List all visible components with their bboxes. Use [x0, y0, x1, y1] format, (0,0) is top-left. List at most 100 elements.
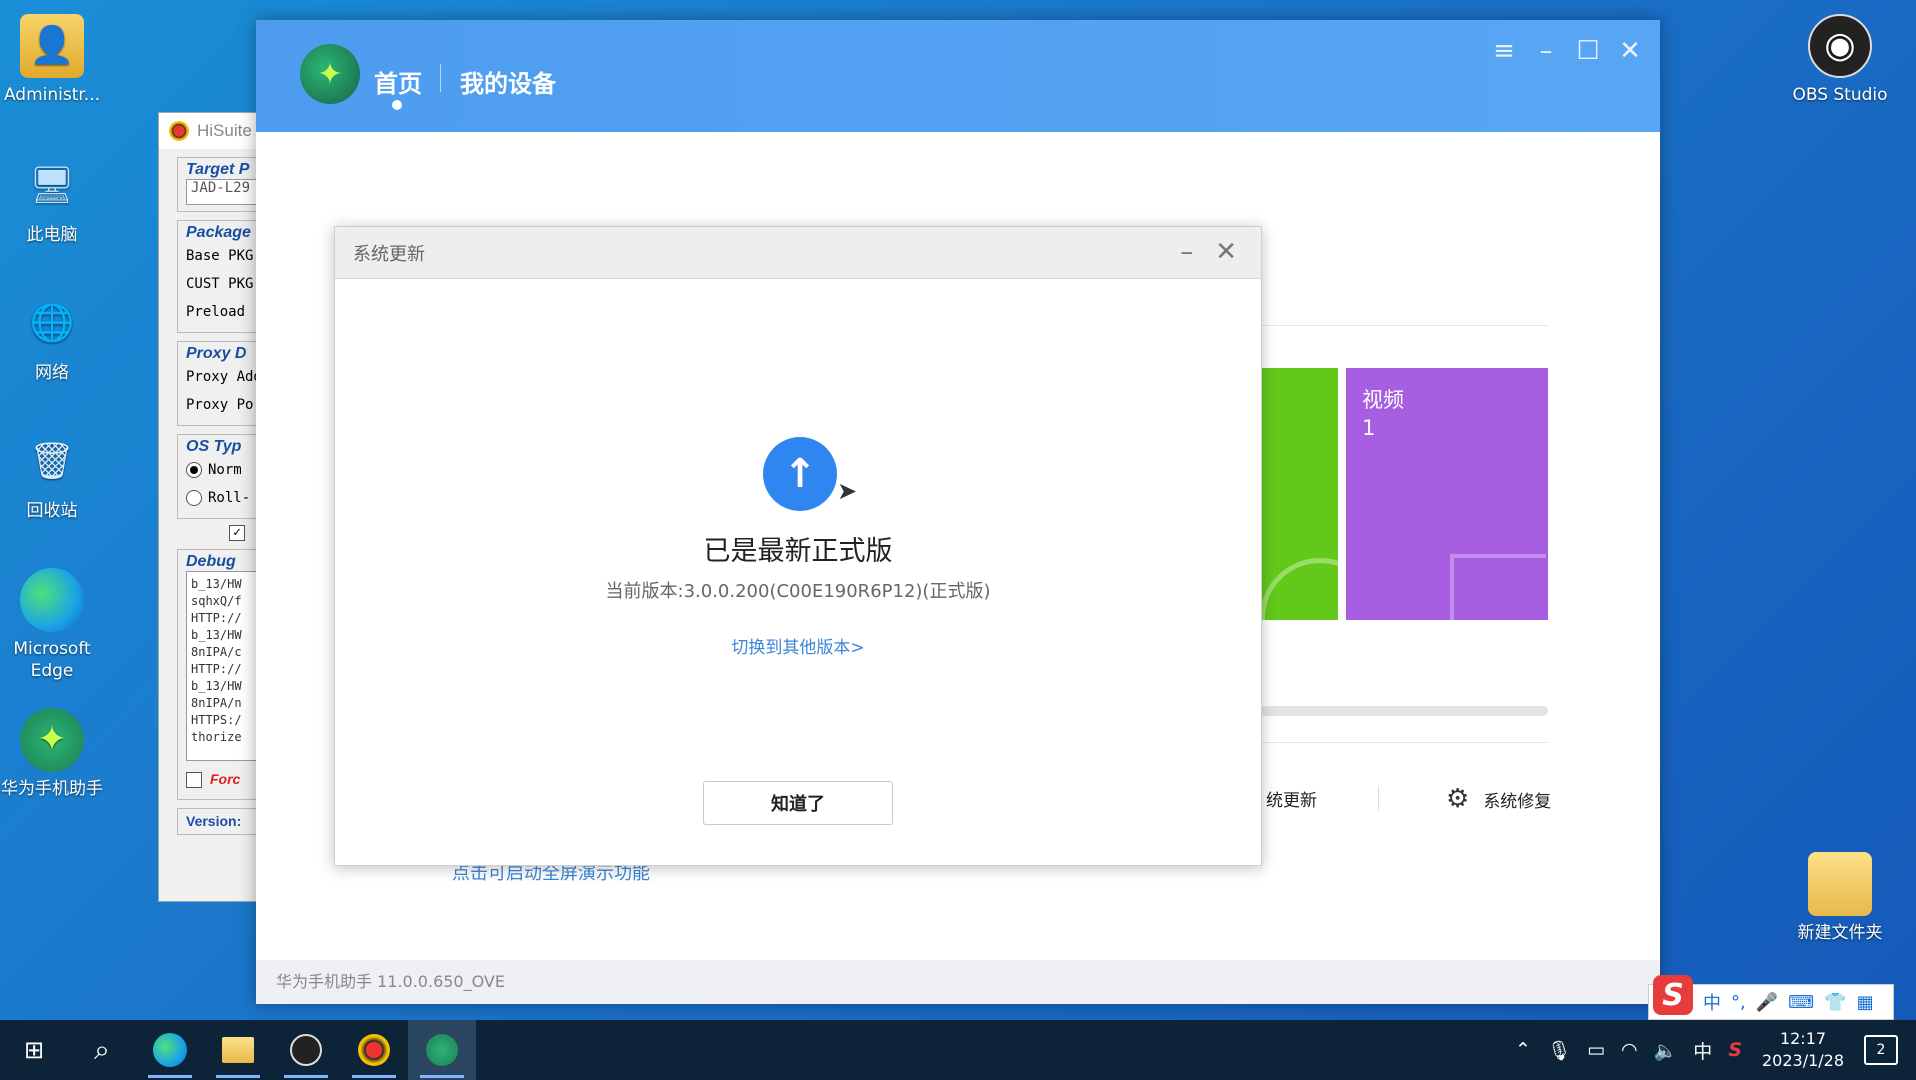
nav-tab-home[interactable]: 首页: [374, 64, 422, 99]
minimize-icon[interactable]: –: [1180, 237, 1193, 267]
update-status-heading: 已是最新正式版: [703, 536, 893, 567]
tile-video[interactable]: 视频 1: [1346, 368, 1548, 620]
preload-label: Preload: [186, 304, 246, 320]
ime-chinese-mode[interactable]: 中: [1703, 989, 1721, 1015]
desktop-icon-huawei-assistant[interactable]: ✦ 华为手机助手: [0, 708, 104, 800]
chevron-up-icon[interactable]: ⌃: [1515, 1039, 1531, 1061]
volume-icon[interactable]: 🔈: [1654, 1039, 1678, 1062]
ime-voice-icon[interactable]: 🎤: [1756, 992, 1778, 1013]
os-normal-radio[interactable]: Norm: [186, 456, 260, 484]
package-group: Package Base PKG CUST PKG Preload: [177, 220, 261, 333]
package-legend: Package: [186, 224, 255, 242]
system-tray: ⌃ 🎙 ▭ ◠ 🔈 中 S 12:17 2023/1/28 2: [1515, 1028, 1916, 1072]
proxy-legend: Proxy D: [186, 345, 251, 363]
proxy-address-label: Proxy Add: [186, 369, 262, 385]
debug-line: b_13/HW: [191, 628, 242, 642]
minimize-icon[interactable]: –: [1534, 36, 1558, 66]
action-divider: [1378, 786, 1379, 810]
debug-line: HTTP://: [191, 611, 242, 625]
input-language[interactable]: 中: [1693, 1037, 1712, 1064]
clock[interactable]: 12:17 2023/1/28: [1758, 1028, 1848, 1072]
close-icon[interactable]: ✕: [1618, 36, 1642, 66]
hisuite-logo-icon: [169, 121, 189, 141]
force-checkbox[interactable]: Forc: [186, 765, 260, 793]
debug-group: Debug b_13/HW sqhxQ/f HTTP:// b_13/HW 8n…: [177, 549, 261, 800]
sogou-logo-icon[interactable]: S: [1653, 975, 1693, 1015]
obs-studio-icon: ◉: [1808, 14, 1872, 78]
search-icon[interactable]: ⌕: [68, 1020, 136, 1080]
os-rollback-radio[interactable]: Roll-: [186, 484, 260, 512]
version-group: Version:: [177, 808, 261, 835]
tile-green[interactable]: [1260, 368, 1338, 620]
dialog-controls: – ✕: [1180, 237, 1237, 267]
ime-tools-icon[interactable]: ▦: [1857, 992, 1874, 1013]
switch-version-link[interactable]: 切换到其他版本>: [335, 633, 1261, 658]
hisuite-window: HiSuite Target P JAD-L29 Package Base PK…: [158, 112, 268, 902]
target-legend: Target P: [186, 161, 254, 179]
debug-log[interactable]: b_13/HW sqhxQ/f HTTP:// b_13/HW 8nIPA/c …: [186, 571, 260, 761]
force-label: Forc: [210, 771, 241, 787]
target-group: Target P JAD-L29: [177, 157, 261, 212]
desktop-icon-label: 此电脑: [26, 225, 78, 245]
battery-icon[interactable]: ▭: [1587, 1039, 1605, 1061]
clock-time: 12:17: [1779, 1029, 1827, 1048]
desktop-icon-recycle-bin[interactable]: 🗑 回收站: [0, 430, 104, 522]
menu-icon[interactable]: ≡: [1492, 36, 1516, 66]
desktop-icon-network[interactable]: 🌐 网络: [0, 292, 104, 384]
window-controls: ≡ – ☐ ✕: [1492, 36, 1642, 66]
desktop-icon-label: 华为手机助手: [1, 779, 103, 799]
recycle-bin-icon: 🗑: [29, 441, 75, 482]
desktop-icon-this-pc[interactable]: 🖥 此电脑: [0, 154, 104, 246]
maximize-icon[interactable]: ☐: [1576, 36, 1600, 66]
system-repair-label: 系统修复: [1483, 791, 1552, 812]
folder-icon: [1808, 852, 1872, 916]
arrow-up-icon: ↑: [763, 437, 837, 511]
debug-legend: Debug: [186, 553, 240, 571]
checkbox-checked-icon: ✓: [229, 525, 245, 541]
desktop-icon-label: 新建文件夹: [1797, 923, 1883, 943]
debug-line: thorize: [191, 730, 242, 744]
system-update-button[interactable]: 统更新: [1266, 786, 1317, 811]
start-button[interactable]: ⊞: [0, 1020, 68, 1080]
debug-line: b_13/HW: [191, 577, 242, 591]
notification-center-icon[interactable]: 2: [1864, 1035, 1898, 1065]
taskbar-hisuite-icon[interactable]: [340, 1020, 408, 1080]
ime-toolbar: S 中 °, 🎤 ⌨ 👕 ▦: [1648, 975, 1894, 1020]
target-input[interactable]: JAD-L29: [186, 179, 260, 205]
dialog-title: 系统更新: [353, 243, 425, 265]
ime-skin-icon[interactable]: 👕: [1824, 992, 1846, 1013]
taskbar-edge-icon[interactable]: [136, 1020, 204, 1080]
video-decoration-icon: [1450, 554, 1546, 620]
os-rollback-label: Roll-: [208, 490, 251, 506]
taskbar-file-explorer-icon[interactable]: [204, 1020, 272, 1080]
ime-punctuation-icon[interactable]: °,: [1731, 992, 1746, 1013]
nav-active-indicator: [392, 100, 402, 110]
desktop-icon-new-folder[interactable]: 新建文件夹: [1788, 852, 1892, 944]
main-header: ✦ 首页 我的设备 ≡ – ☐ ✕: [256, 20, 1660, 132]
radio-empty-icon: [186, 490, 202, 506]
content-divider: [1260, 742, 1548, 743]
sogou-tray-icon[interactable]: S: [1728, 1039, 1742, 1061]
close-icon[interactable]: ✕: [1215, 237, 1237, 267]
desktop-icon-administrator[interactable]: 👤 Administr...: [0, 14, 104, 106]
ok-button[interactable]: 知道了: [703, 781, 893, 825]
ime-keyboard-icon[interactable]: ⌨: [1788, 992, 1814, 1013]
network-globe-icon: 🌐: [29, 303, 75, 344]
huawei-assistant-icon: ✦: [20, 708, 84, 772]
current-version-text: 当前版本:3.0.0.200(C00E190R6P12)(正式版): [605, 581, 991, 602]
taskbar-huawei-assistant-icon[interactable]: [408, 1020, 476, 1080]
debug-line: b_13/HW: [191, 679, 242, 693]
taskbar-obs-icon[interactable]: [272, 1020, 340, 1080]
wifi-icon[interactable]: ◠: [1621, 1039, 1638, 1061]
desktop-icon-edge[interactable]: Microsoft Edge: [0, 568, 104, 682]
desktop-icon-label: OBS Studio: [1792, 85, 1888, 105]
microphone-icon[interactable]: 🎙: [1547, 1039, 1571, 1062]
system-repair-button[interactable]: ⚙ 系统修复: [1446, 784, 1551, 814]
nav-tab-my-device[interactable]: 我的设备: [460, 64, 556, 99]
os-normal-label: Norm: [208, 462, 242, 478]
desktop-icon-label: Microsoft Edge: [13, 639, 91, 681]
computer-icon: 🖥: [29, 165, 75, 206]
desktop-icon-obs[interactable]: ◉ OBS Studio: [1788, 14, 1892, 106]
debug-line: 8nIPA/n: [191, 696, 242, 710]
debug-line: 8nIPA/c: [191, 645, 242, 659]
